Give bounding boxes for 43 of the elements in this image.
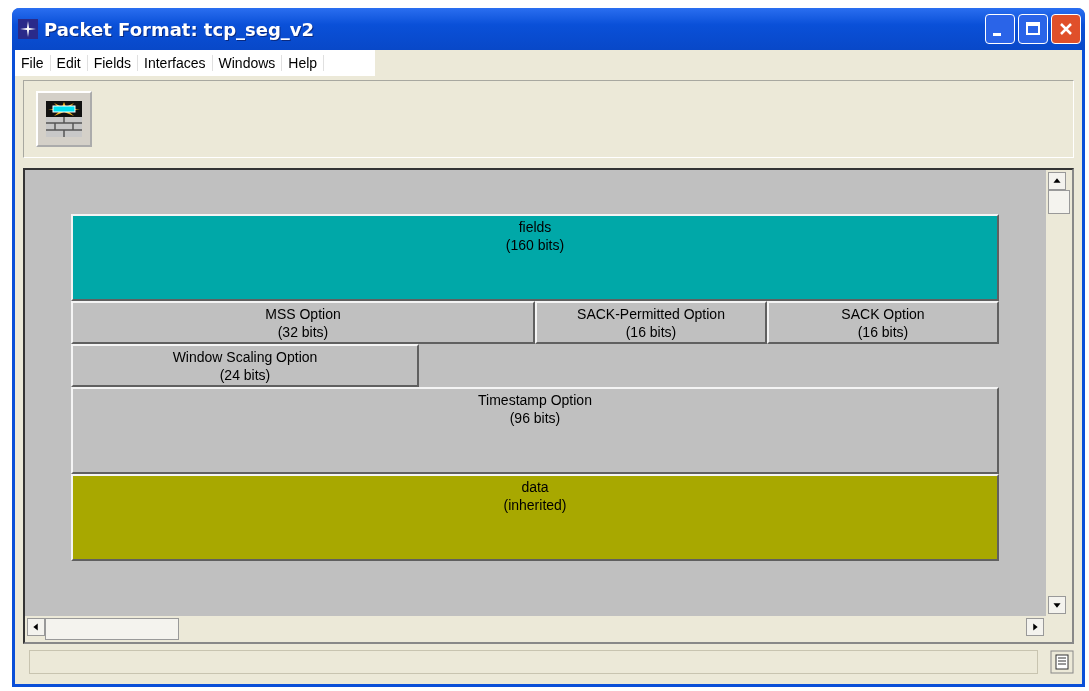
minimize-button[interactable]	[985, 14, 1015, 44]
menu-item[interactable]: Fields	[87, 55, 139, 71]
scroll-down-icon[interactable]	[1048, 596, 1066, 614]
scroll-up-icon[interactable]	[1048, 172, 1066, 190]
scroll-thumb[interactable]	[1048, 190, 1070, 214]
field-size: (16 bits)	[857, 323, 909, 341]
menu-item[interactable]: File	[15, 55, 51, 71]
menu-item[interactable]: Windows	[212, 55, 283, 71]
field-name: SACK Option	[841, 305, 925, 323]
field-name: Timestamp Option	[478, 391, 592, 409]
packet-field-block[interactable]: SACK-Permitted Option (16 bits)	[535, 301, 767, 344]
field-name: fields	[518, 218, 552, 236]
close-button[interactable]	[1051, 14, 1081, 44]
window-title: Packet Format: tcp_seg_v2	[44, 18, 316, 40]
menu-item[interactable]: Edit	[50, 55, 88, 71]
brick-wall-icon	[44, 99, 84, 139]
field-size: (32 bits)	[277, 323, 329, 341]
packet-tool-button[interactable]	[36, 91, 92, 147]
field-size: (16 bits)	[625, 323, 677, 341]
horizontal-scrollbar[interactable]	[25, 616, 1046, 642]
notes-icon[interactable]	[1050, 650, 1074, 674]
minimize-icon	[993, 32, 1001, 36]
packet-field-block[interactable]: fields (160 bits)	[71, 214, 999, 301]
menu-item[interactable]: Interfaces	[138, 55, 213, 71]
menu-item[interactable]: Help	[282, 55, 325, 71]
scroll-right-icon[interactable]	[1026, 618, 1044, 636]
field-name: SACK-Permitted Option	[577, 305, 725, 323]
packet-field-block[interactable]: SACK Option (16 bits)	[767, 301, 999, 344]
field-size: (96 bits)	[509, 409, 561, 427]
field-name: MSS Option	[265, 305, 341, 323]
packet-field-block[interactable]: Timestamp Option (96 bits)	[71, 387, 999, 474]
field-size: (24 bits)	[219, 366, 271, 384]
field-name: Window Scaling Option	[172, 348, 318, 366]
maximize-button[interactable]	[1018, 14, 1048, 44]
scroll-thumb[interactable]	[45, 618, 179, 640]
packet-field-block[interactable]: data (inherited)	[71, 474, 999, 561]
packet-field-block[interactable]: Window Scaling Option (24 bits)	[71, 344, 419, 387]
scroll-left-icon[interactable]	[27, 618, 45, 636]
field-size: (inherited)	[503, 496, 567, 514]
field-name: data	[521, 478, 549, 496]
packet-field-block[interactable]: MSS Option (32 bits)	[71, 301, 535, 344]
field-size: (160 bits)	[505, 236, 565, 254]
vertical-scrollbar[interactable]	[1046, 170, 1072, 616]
